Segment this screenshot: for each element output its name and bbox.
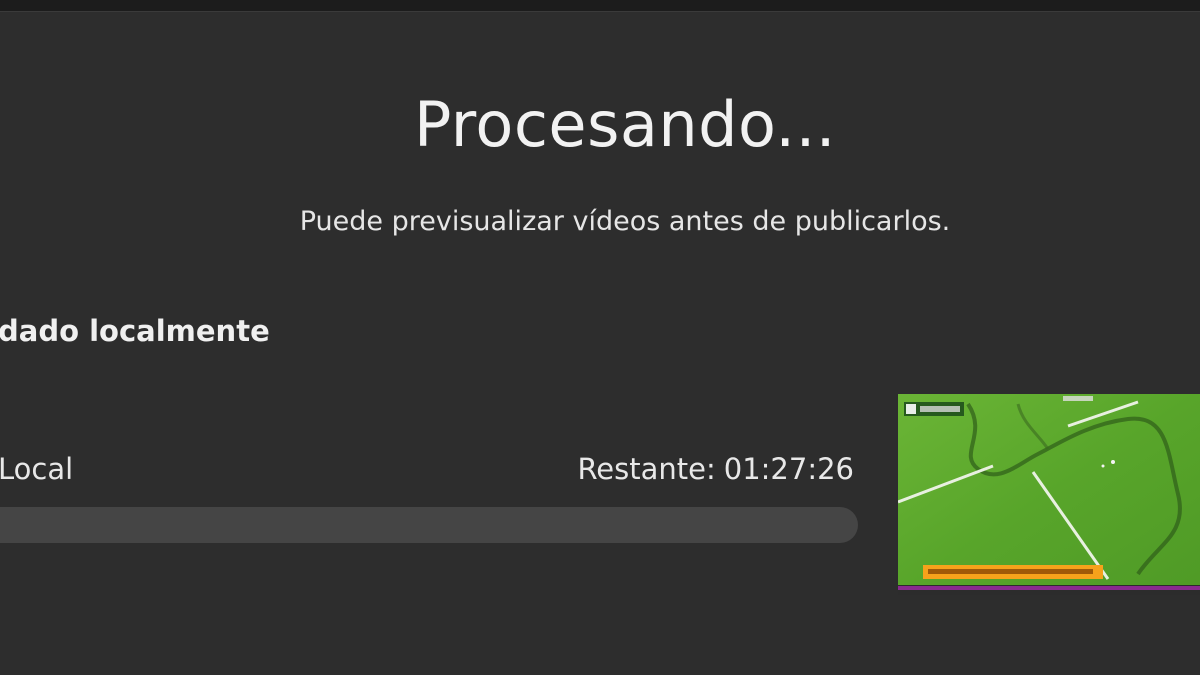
remaining-value: 01:27:26 [723, 452, 854, 486]
task-label: Local [0, 452, 74, 486]
processing-title: Procesando... [413, 88, 836, 161]
remaining-label: Restante: [577, 452, 716, 486]
section-heading: dado localmente [0, 314, 270, 348]
processing-subtitle: Puede previsualizar vídeos antes de publ… [299, 206, 951, 237]
video-thumbnail[interactable] [898, 394, 1200, 595]
remaining-time: Restante: 01:27:26 [577, 452, 854, 486]
progress-bar [0, 507, 858, 543]
window-top-bar [0, 0, 1200, 12]
thumbnail-image [898, 394, 1200, 595]
